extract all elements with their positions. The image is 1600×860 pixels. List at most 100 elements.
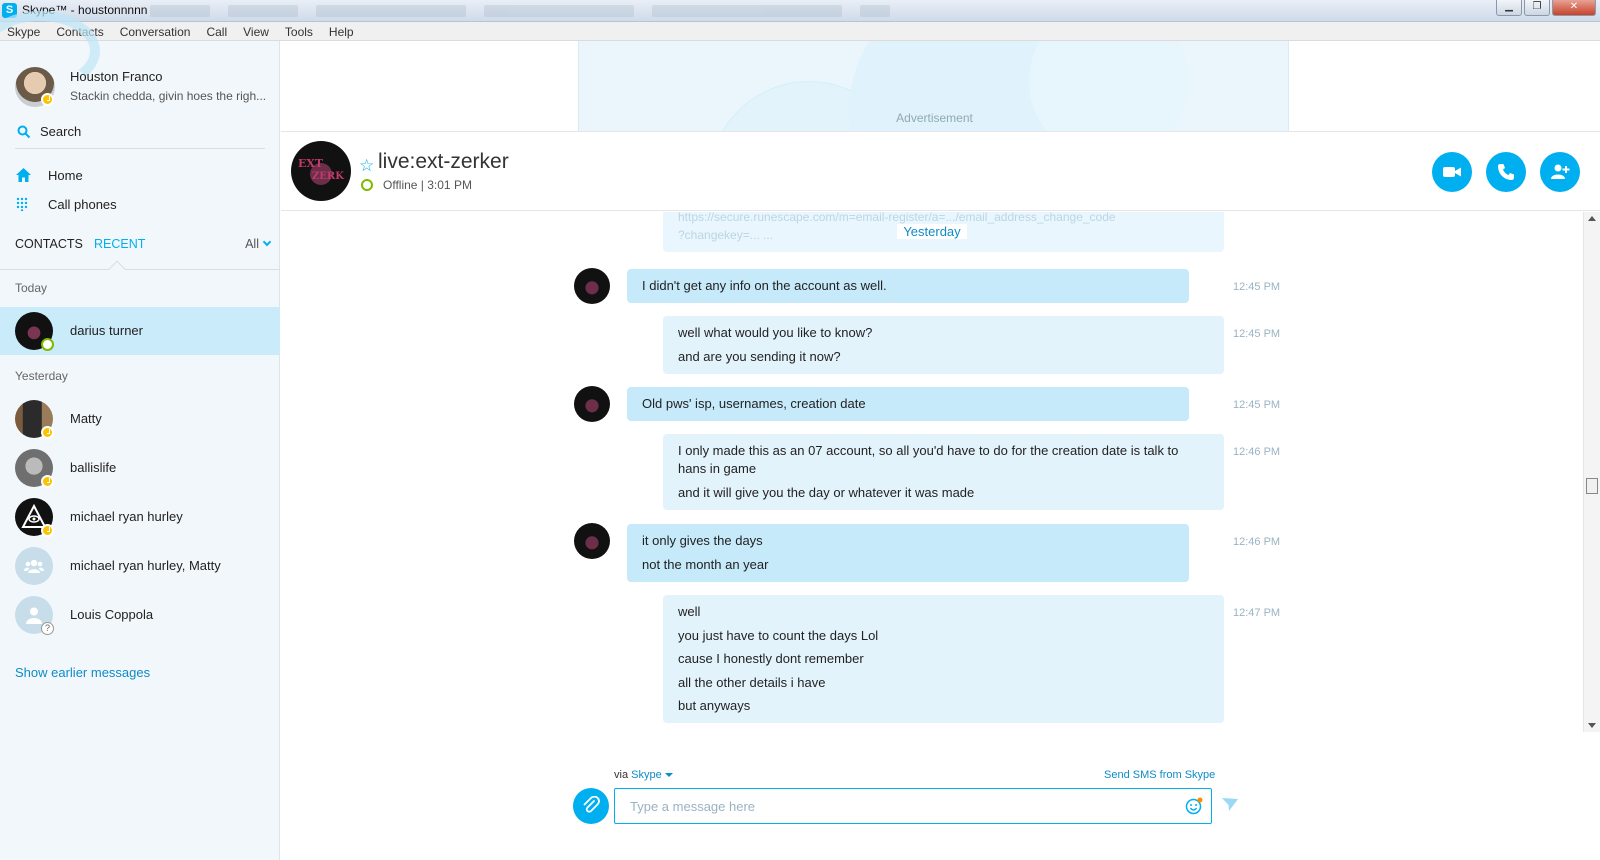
sender-avatar[interactable] bbox=[574, 268, 610, 304]
minimize-button[interactable]: ▁ bbox=[1496, 0, 1522, 16]
tab-recent[interactable]: RECENT bbox=[94, 237, 145, 251]
message-text: I didn't get any info on the account as … bbox=[642, 278, 887, 293]
video-camera-icon bbox=[1443, 167, 1461, 177]
filter-label: All bbox=[245, 237, 259, 251]
recent-item-group-chat[interactable]: michael ryan hurley, Matty bbox=[0, 542, 280, 590]
menu-view[interactable]: View bbox=[243, 22, 277, 40]
home-icon bbox=[16, 168, 31, 182]
avatar bbox=[15, 547, 53, 585]
contact-tabs: CONTACTS RECENT All bbox=[15, 237, 272, 259]
profile-name[interactable]: Houston Franco bbox=[70, 69, 163, 84]
away-status-icon bbox=[41, 426, 54, 439]
message-text: and are you sending it now? bbox=[678, 348, 841, 364]
contact-name: darius turner bbox=[70, 323, 143, 338]
message-text: but anyways bbox=[678, 698, 751, 713]
user-icon bbox=[26, 607, 42, 624]
video-call-button[interactable] bbox=[1432, 152, 1472, 192]
sender-avatar[interactable] bbox=[574, 523, 610, 559]
emoticon-icon[interactable] bbox=[1185, 797, 1203, 815]
recent-item-darius-turner[interactable]: darius turner bbox=[0, 307, 280, 355]
away-status-icon bbox=[41, 93, 54, 106]
message-time: 12:45 PM bbox=[1233, 328, 1281, 340]
contact-name: Louis Coppola bbox=[70, 607, 154, 622]
title-bar: S Skype™ - houstonnnnn ▁ ❐ ✕ bbox=[0, 0, 1600, 22]
chat-scrollbar[interactable] bbox=[1583, 212, 1600, 732]
message-bubble-outgoing[interactable]: well you just have to count the days Lol… bbox=[663, 595, 1224, 723]
contact-name: michael ryan hurley, Matty bbox=[70, 558, 221, 573]
nav-home-label: Home bbox=[48, 168, 83, 183]
menu-conversation[interactable]: Conversation bbox=[120, 22, 199, 40]
nav-call-phones-label: Call phones bbox=[48, 197, 117, 212]
message-bubble-incoming[interactable]: I didn't get any info on the account as … bbox=[627, 269, 1189, 303]
recent-item-ballislife[interactable]: ballislife bbox=[0, 444, 280, 492]
caret-down-icon bbox=[664, 773, 673, 777]
group-icon bbox=[24, 559, 44, 573]
scroll-thumb[interactable] bbox=[1586, 478, 1598, 494]
online-status-icon bbox=[41, 338, 54, 351]
menu-help[interactable]: Help bbox=[329, 22, 362, 40]
contact-name: ballislife bbox=[70, 460, 117, 475]
recent-item-matty[interactable]: Matty bbox=[0, 395, 280, 443]
message-text: all the other details i have bbox=[678, 674, 826, 690]
audio-call-button[interactable] bbox=[1486, 152, 1526, 192]
menu-tools[interactable]: Tools bbox=[285, 22, 321, 40]
message-time: 12:47 PM bbox=[1233, 607, 1281, 619]
day-separator: Yesterday bbox=[281, 224, 1583, 239]
chevron-down-icon bbox=[262, 237, 272, 247]
message-text: you just have to count the days Lol bbox=[678, 627, 879, 643]
menu-call[interactable]: Call bbox=[206, 22, 235, 40]
section-today: Today bbox=[15, 281, 48, 295]
message-bubble-incoming[interactable]: it only gives the days not the month an … bbox=[627, 524, 1189, 582]
search-icon bbox=[17, 125, 31, 139]
attach-button[interactable] bbox=[573, 788, 609, 824]
message-list[interactable]: https://secure.runescape.com/m=email-reg… bbox=[281, 212, 1583, 732]
favorite-star-icon[interactable]: ☆ bbox=[359, 156, 374, 176]
show-earlier-messages-link[interactable]: Show earlier messages bbox=[15, 665, 150, 680]
contact-name[interactable]: live:ext-zerker bbox=[378, 150, 509, 174]
message-time: 12:46 PM bbox=[1233, 536, 1281, 548]
sidebar: Houston Franco Stackin chedda, givin hoe… bbox=[0, 11, 280, 860]
send-icon[interactable] bbox=[1222, 798, 1238, 812]
contact-name: Matty bbox=[70, 411, 102, 426]
tab-contacts[interactable]: CONTACTS bbox=[15, 237, 83, 251]
filter-dropdown[interactable]: All bbox=[245, 237, 272, 251]
profile-mood[interactable]: Stackin chedda, givin hoes the righ... bbox=[70, 89, 266, 103]
close-button[interactable]: ✕ bbox=[1552, 0, 1596, 16]
via-selector[interactable]: via Skype bbox=[614, 769, 673, 781]
nav-call-phones[interactable]: Call phones bbox=[15, 194, 265, 216]
advertisement-label: Advertisement bbox=[896, 111, 973, 125]
maximize-button[interactable]: ❐ bbox=[1524, 0, 1550, 16]
away-status-icon bbox=[41, 524, 54, 537]
offline-status-icon bbox=[361, 179, 373, 191]
via-service: Skype bbox=[631, 769, 662, 781]
contact-name: michael ryan hurley bbox=[70, 509, 183, 524]
scroll-up-icon[interactable] bbox=[1588, 216, 1596, 221]
message-bubble-incoming[interactable]: Old pws' isp, usernames, creation date bbox=[627, 387, 1189, 421]
message-text: Old pws' isp, usernames, creation date bbox=[642, 396, 866, 411]
nav-home[interactable]: Home bbox=[15, 165, 265, 187]
message-bubble-outgoing[interactable]: I only made this as an 07 account, so al… bbox=[663, 434, 1224, 510]
sender-avatar[interactable] bbox=[574, 386, 610, 422]
search-label: Search bbox=[40, 124, 82, 139]
background-taskbar-ghost bbox=[150, 5, 1080, 17]
section-yesterday: Yesterday bbox=[15, 369, 68, 383]
search-button[interactable]: Search bbox=[15, 121, 265, 149]
message-input[interactable] bbox=[614, 788, 1212, 824]
menu-bar: Skype Contacts Conversation Call View To… bbox=[0, 22, 1600, 41]
message-bubble-outgoing[interactable]: well what would you like to know? and ar… bbox=[663, 316, 1224, 374]
unknown-status-icon: ? bbox=[41, 622, 54, 635]
via-label: via bbox=[614, 769, 629, 781]
divider bbox=[0, 269, 280, 270]
contact-avatar[interactable]: EXT ZERK bbox=[291, 141, 351, 201]
paperclip-icon bbox=[583, 796, 600, 813]
message-text: and it will give you the day or whatever… bbox=[678, 484, 975, 500]
phone-icon bbox=[1498, 164, 1514, 180]
add-people-button[interactable] bbox=[1540, 152, 1580, 192]
avatar-art: EXT bbox=[298, 157, 324, 170]
send-sms-link[interactable]: Send SMS from Skype bbox=[1104, 769, 1215, 781]
advertisement-banner[interactable]: Advertisement bbox=[578, 41, 1289, 131]
recent-item-louis-coppola[interactable]: ? Louis Coppola bbox=[0, 591, 280, 639]
recent-item-michael-ryan-hurley[interactable]: michael ryan hurley bbox=[0, 493, 280, 541]
scroll-down-icon[interactable] bbox=[1588, 723, 1596, 728]
message-text: well what would you like to know? bbox=[678, 325, 873, 340]
